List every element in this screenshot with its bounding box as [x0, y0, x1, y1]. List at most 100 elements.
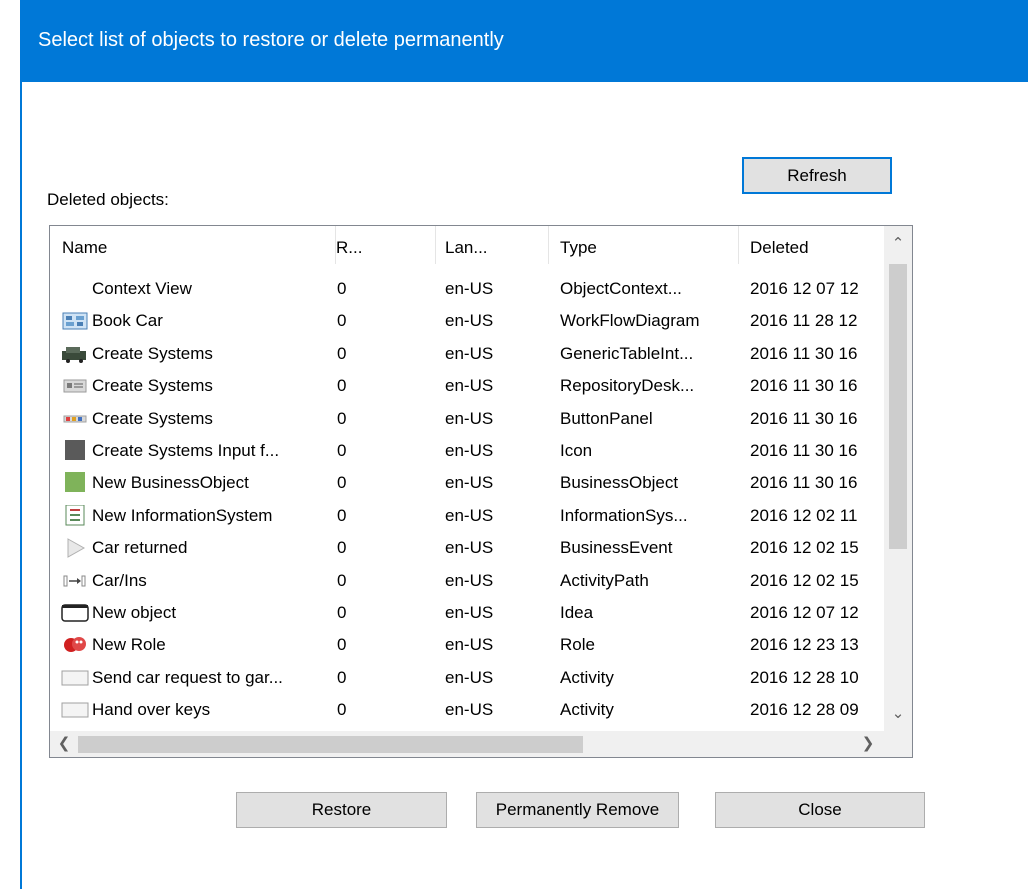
column-header-deleted[interactable]: Deleted — [739, 226, 884, 264]
repository-desktop-icon — [60, 377, 90, 395]
table-row[interactable]: Car returned 0 en-US BusinessEvent 2016 12 0… — [50, 532, 884, 564]
deleted-cell: 2016 12 02 15 — [750, 570, 859, 590]
language-cell: en-US — [445, 505, 494, 525]
scroll-left-icon[interactable]: ❮ — [54, 734, 74, 752]
deleted-cell: 2016 11 28 12 — [750, 311, 858, 331]
activity-path-icon — [60, 572, 90, 590]
r-cell: 0 — [337, 667, 347, 687]
language-cell: en-US — [445, 602, 494, 622]
language-cell: en-US — [445, 667, 494, 687]
table-row[interactable]: Send car request to gar... 0 en-US Activity… — [50, 662, 884, 694]
type-cell: ActivityPath — [560, 570, 649, 590]
r-cell: 0 — [337, 602, 347, 622]
refresh-button[interactable]: Refresh — [742, 157, 892, 194]
name-text: New BusinessObject — [92, 473, 249, 493]
button-panel-icon — [60, 410, 90, 428]
deleted-cell: 2016 12 02 15 — [750, 538, 859, 558]
name-text: Send car request to gar... — [92, 667, 283, 687]
language-cell: en-US — [445, 343, 494, 363]
column-header-language[interactable]: Lan... — [436, 226, 549, 264]
name-text: Create Systems — [92, 343, 213, 363]
r-cell: 0 — [337, 279, 347, 298]
table-row[interactable]: Context View 0 en-US ObjectContext... 2016 1… — [50, 273, 884, 305]
type-cell: InformationSys... — [560, 505, 688, 525]
language-cell: en-US — [445, 700, 494, 720]
type-cell: Icon — [560, 440, 593, 460]
column-header-type[interactable]: Type — [549, 226, 739, 264]
r-cell: 0 — [337, 570, 347, 590]
scroll-down-icon[interactable]: ⌄ — [884, 704, 912, 722]
r-cell: 0 — [337, 440, 347, 460]
type-cell: RepositoryDesk... — [560, 376, 695, 396]
information-system-icon — [60, 504, 90, 526]
name-cell: Create Systems Input f... — [60, 435, 340, 467]
r-cell: 0 — [337, 505, 347, 525]
table-row[interactable]: Create Systems Input f... 0 en-US Icon 2016 … — [50, 435, 884, 467]
name-text: Context View — [92, 279, 192, 298]
name-cell: Car/Ins — [60, 565, 340, 597]
table-row[interactable]: Create Systems 0 en-US ButtonPanel 2016 11 3… — [50, 403, 884, 435]
column-header-r[interactable]: R... — [336, 226, 436, 264]
type-cell: BusinessObject — [560, 473, 679, 493]
name-cell: New object — [60, 597, 340, 629]
deleted-objects-list[interactable]: Name R... Lan... Type Deleted Context Vi… — [49, 225, 913, 758]
name-cell: New InformationSystem — [60, 500, 340, 532]
restore-button[interactable]: Restore — [236, 792, 447, 828]
r-cell: 0 — [337, 538, 347, 558]
deleted-cell: 2016 11 30 16 — [750, 440, 858, 460]
table-row[interactable]: Book Car 0 en-US WorkFlowDiagram 2016 11 28 … — [50, 305, 884, 337]
name-text: Hand over keys — [92, 700, 211, 720]
scroll-up-icon[interactable]: ⌃ — [884, 234, 912, 252]
name-cell: Book Car — [60, 305, 340, 337]
name-cell: New Role — [60, 629, 340, 661]
list-rows: Context View 0 en-US ObjectContext... 2016 1… — [50, 273, 884, 726]
vertical-scrollbar[interactable]: ⌃ ⌄ — [884, 226, 912, 731]
close-button[interactable]: Close — [715, 792, 925, 828]
name-cell: Create Systems — [60, 403, 340, 435]
permanently-remove-button[interactable]: Permanently Remove — [476, 792, 679, 828]
name-cell: Send car request to gar... — [60, 662, 340, 694]
table-row[interactable]: Hand over keys 0 en-US Activity 2016 12 28 0… — [50, 694, 884, 726]
name-text: Car/Ins — [92, 570, 147, 590]
table-row[interactable]: New InformationSystem 0 en-US InformationSy… — [50, 500, 884, 532]
table-row[interactable]: Car/Ins 0 en-US ActivityPath 2016 12 02 15 — [50, 565, 884, 597]
title-bar: Select list of objects to restore or del… — [22, 0, 1028, 82]
type-cell: Role — [560, 635, 595, 655]
deleted-cell: 2016 12 28 10 — [750, 667, 859, 687]
type-cell: Activity — [560, 700, 614, 720]
type-cell: BusinessEvent — [560, 538, 673, 558]
gray-square-icon — [60, 439, 90, 460]
green-square-icon — [60, 472, 90, 493]
deleted-cell: 2016 11 30 16 — [750, 408, 858, 428]
name-cell: Car returned — [60, 532, 340, 564]
deleted-cell: 2016 12 28 09 — [750, 700, 859, 720]
column-header-name[interactable]: Name — [50, 226, 336, 264]
horizontal-scrollbar[interactable]: ❮ ❯ — [50, 731, 884, 757]
language-cell: en-US — [445, 538, 494, 558]
business-event-icon — [60, 538, 90, 558]
vertical-scroll-thumb[interactable] — [889, 264, 907, 549]
name-text: New Role — [92, 635, 166, 655]
type-cell: GenericTableInt... — [560, 343, 694, 363]
table-row[interactable]: Create Systems 0 en-US RepositoryDesk... 201… — [50, 370, 884, 402]
type-cell: ButtonPanel — [560, 408, 653, 428]
idea-icon — [60, 604, 90, 622]
deleted-cell: 2016 12 23 13 — [750, 635, 859, 655]
table-row[interactable]: New object 0 en-US Idea 2016 12 07 12 — [50, 597, 884, 629]
horizontal-scroll-thumb[interactable] — [78, 736, 583, 753]
language-cell: en-US — [445, 408, 494, 428]
scroll-corner — [884, 731, 912, 757]
deleted-cell: 2016 11 30 16 — [750, 376, 858, 396]
deleted-cell: 2016 11 30 16 — [750, 473, 858, 493]
r-cell: 0 — [337, 376, 347, 396]
role-masks-icon — [60, 636, 90, 654]
language-cell: en-US — [445, 311, 494, 331]
dialog-title: Select list of objects to restore or del… — [38, 29, 504, 51]
r-cell: 0 — [337, 700, 347, 720]
table-row[interactable]: Create Systems 0 en-US GenericTableInt... 20… — [50, 338, 884, 370]
name-text: Create Systems Input f... — [92, 440, 280, 460]
scroll-right-icon[interactable]: ❯ — [858, 734, 878, 752]
table-row[interactable]: New BusinessObject 0 en-US BusinessObject 20… — [50, 467, 884, 499]
language-cell: en-US — [445, 473, 494, 493]
table-row[interactable]: New Role 0 en-US Role 2016 12 23 13 — [50, 629, 884, 661]
